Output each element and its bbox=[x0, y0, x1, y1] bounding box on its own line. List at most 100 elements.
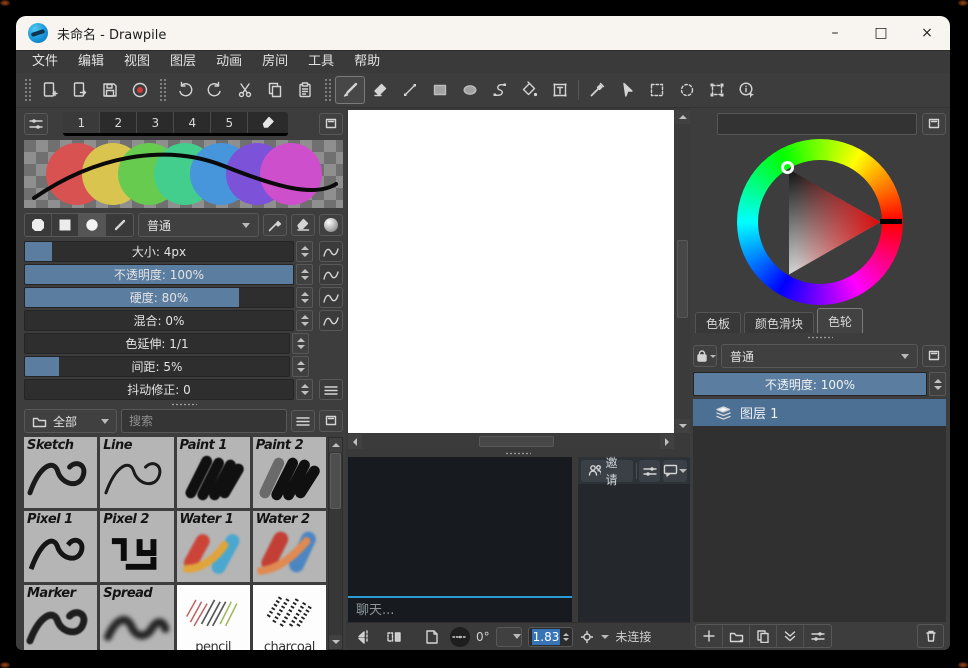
chat-resize-handle[interactable] bbox=[346, 449, 690, 457]
menu-help[interactable]: 帮助 bbox=[344, 51, 390, 73]
canvas-vscrollbar[interactable] bbox=[675, 110, 690, 433]
rotation-dropdown[interactable] bbox=[496, 627, 522, 647]
zoom-options-button[interactable] bbox=[579, 626, 609, 648]
layer-lock-button[interactable] bbox=[693, 345, 717, 367]
color-pickup-slider[interactable]: 色延伸: 1/1 bbox=[24, 333, 290, 354]
preset-paint1[interactable]: Paint 1 bbox=[177, 437, 250, 508]
brush-slot-1[interactable]: 1 bbox=[63, 112, 100, 133]
hardness-curve-button[interactable] bbox=[319, 287, 343, 308]
layer-properties-button[interactable] bbox=[804, 625, 831, 647]
detach-dock-icon[interactable] bbox=[319, 113, 343, 135]
smudging-spinner[interactable] bbox=[296, 310, 313, 331]
sv-marker[interactable] bbox=[781, 161, 794, 174]
undo-button[interactable] bbox=[170, 76, 200, 104]
tab-palette[interactable]: 色板 bbox=[695, 312, 741, 333]
brush-slot-3[interactable]: 3 bbox=[137, 112, 174, 133]
scroll-up-icon[interactable] bbox=[675, 110, 690, 124]
duplicate-layer-button[interactable] bbox=[750, 625, 777, 647]
opacity-slider[interactable]: 不透明度: 100% bbox=[24, 264, 294, 285]
size-slider[interactable]: 大小: 4px bbox=[24, 241, 294, 262]
line-tool-button[interactable] bbox=[395, 76, 425, 104]
maximize-button[interactable]: □ bbox=[858, 16, 904, 50]
spacing-spinner[interactable] bbox=[292, 356, 309, 377]
cut-button[interactable] bbox=[230, 76, 260, 104]
fill-tool-button[interactable] bbox=[515, 76, 545, 104]
brush-tool-button[interactable] bbox=[335, 76, 365, 104]
layer-opacity-spinner[interactable] bbox=[929, 372, 946, 396]
brush-slot-4[interactable]: 4 bbox=[174, 112, 211, 133]
invite-button[interactable]: 邀请 bbox=[581, 460, 633, 482]
eraser-tool-button[interactable] bbox=[365, 76, 395, 104]
square-pixel-brush-icon[interactable] bbox=[52, 214, 79, 236]
select-rectangle-button[interactable] bbox=[642, 76, 672, 104]
add-layer-button[interactable] bbox=[696, 625, 723, 647]
zoom-input[interactable]: 1.83 bbox=[528, 627, 574, 647]
chat-options-button[interactable] bbox=[663, 460, 687, 482]
round-pixel-brush-icon[interactable] bbox=[25, 214, 52, 236]
preset-line[interactable]: Line bbox=[100, 437, 173, 508]
preset-marker[interactable]: Marker bbox=[24, 585, 97, 650]
copy-button[interactable] bbox=[260, 76, 290, 104]
tab-wheel[interactable]: 色轮 bbox=[817, 308, 863, 333]
preset-sketch[interactable]: Sketch bbox=[24, 437, 97, 508]
scroll-down-icon[interactable] bbox=[675, 419, 690, 433]
preset-water1[interactable]: Water 1 bbox=[177, 511, 250, 582]
preset-paint2[interactable]: Paint 2 bbox=[253, 437, 326, 508]
size-spinner[interactable] bbox=[296, 241, 313, 262]
canvas-hscrollbar[interactable] bbox=[348, 434, 674, 449]
preset-scrollbar[interactable] bbox=[328, 437, 343, 650]
brush-slot-2[interactable]: 2 bbox=[100, 112, 137, 133]
menu-tools[interactable]: 工具 bbox=[298, 51, 344, 73]
canvas-hscroll-thumb[interactable] bbox=[479, 436, 554, 447]
scroll-down-icon[interactable] bbox=[329, 635, 342, 649]
detach-dock-icon[interactable] bbox=[319, 410, 343, 432]
soft-brush-icon[interactable] bbox=[79, 214, 106, 236]
hardness-slider[interactable]: 硬度: 80% bbox=[24, 287, 294, 308]
layer-blend-mode-select[interactable]: 普通 bbox=[721, 344, 918, 368]
detach-dock-icon[interactable] bbox=[922, 345, 946, 367]
delete-layer-button[interactable] bbox=[917, 624, 944, 648]
transform-button[interactable] bbox=[702, 76, 732, 104]
draw-mode-button[interactable] bbox=[263, 214, 287, 236]
new-file-button[interactable] bbox=[35, 76, 65, 104]
session-settings-button[interactable] bbox=[639, 460, 660, 482]
add-group-button[interactable] bbox=[723, 625, 750, 647]
brush-settings-button[interactable] bbox=[24, 113, 48, 135]
mirror-canvas-button[interactable] bbox=[352, 626, 376, 648]
toolbar-grip[interactable] bbox=[24, 78, 31, 102]
stabilizer-spinner[interactable] bbox=[296, 379, 313, 400]
record-button[interactable] bbox=[125, 76, 155, 104]
smudging-slider[interactable]: 混合: 0% bbox=[24, 310, 294, 331]
save-button[interactable] bbox=[95, 76, 125, 104]
open-file-button[interactable] bbox=[65, 76, 95, 104]
preset-water2[interactable]: Water 2 bbox=[253, 511, 326, 582]
menu-file[interactable]: 文件 bbox=[22, 51, 68, 73]
menu-animation[interactable]: 动画 bbox=[206, 51, 252, 73]
drawing-canvas[interactable] bbox=[348, 110, 674, 433]
rotation-dial[interactable] bbox=[450, 627, 470, 647]
opacity-spinner[interactable] bbox=[296, 264, 313, 285]
preset-pencil[interactable]: pencil bbox=[177, 585, 250, 650]
scroll-up-icon[interactable] bbox=[329, 438, 342, 452]
menu-view[interactable]: 视图 bbox=[114, 51, 160, 73]
brush-blend-mode-select[interactable]: 普通 bbox=[138, 213, 259, 237]
preset-search-input[interactable] bbox=[121, 409, 287, 433]
hardness-spinner[interactable] bbox=[296, 287, 313, 308]
stabilizer-slider[interactable]: 抖动修正: 0 bbox=[24, 379, 294, 400]
preset-folder-select[interactable]: 全部 bbox=[24, 409, 117, 433]
toolbar-grip[interactable] bbox=[159, 78, 166, 102]
preset-pixel1[interactable]: Pixel 1 bbox=[24, 511, 97, 582]
color-name-input[interactable] bbox=[717, 113, 917, 135]
select-lasso-button[interactable] bbox=[672, 76, 702, 104]
canvas-vscroll-thumb[interactable] bbox=[677, 240, 688, 318]
opacity-curve-button[interactable] bbox=[319, 264, 343, 285]
toolbar-grip[interactable] bbox=[324, 78, 331, 102]
paste-button[interactable] bbox=[290, 76, 320, 104]
spacing-slider[interactable]: 间距: 5% bbox=[24, 356, 290, 377]
curve-tool-button[interactable] bbox=[485, 76, 515, 104]
segment-brush-icon[interactable] bbox=[106, 214, 133, 236]
preset-menu-button[interactable] bbox=[291, 410, 315, 432]
user-list[interactable] bbox=[578, 484, 690, 622]
color-pickup-spinner[interactable] bbox=[292, 333, 309, 354]
preset-scroll-thumb[interactable] bbox=[330, 453, 341, 509]
